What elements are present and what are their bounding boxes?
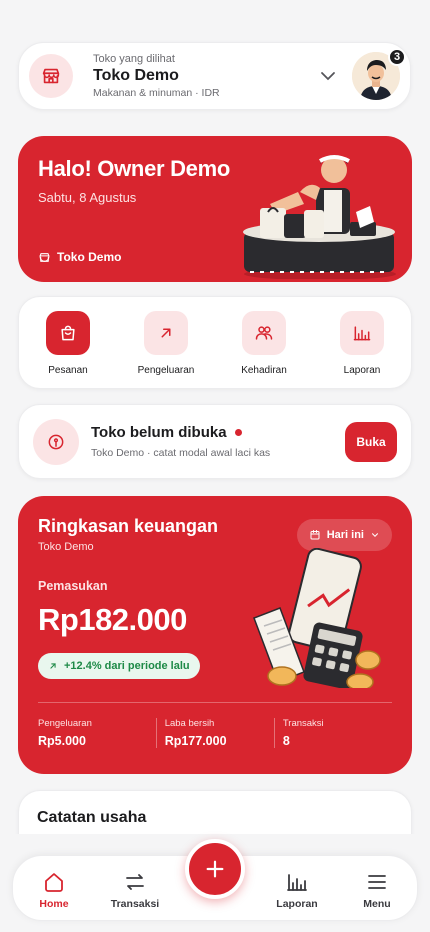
open-store-button[interactable]: Buka: [345, 421, 397, 462]
arrow-up-right-icon: [144, 311, 188, 355]
stat-label: Transaksi: [282, 718, 324, 729]
stat-label: Pengeluaran: [38, 718, 92, 729]
stat-transactions: Transaksi 8: [273, 718, 392, 748]
growth-text: +12.4% dari periode lalu: [64, 660, 190, 672]
finance-summary-card: Ringkasan keuangan Toko Demo Hari ini Pe…: [18, 496, 412, 774]
nav-transactions[interactable]: Transaksi: [100, 870, 170, 910]
hero-store-name: Toko Demo: [57, 250, 122, 264]
nav-home[interactable]: Home: [19, 870, 89, 910]
stat-label: Laba bersih: [164, 718, 215, 729]
quick-action-attendance[interactable]: Kehadiran: [224, 311, 304, 376]
quick-action-reports[interactable]: Laporan: [322, 311, 402, 376]
store-selector-label: Toko yang dilihat: [93, 53, 175, 65]
greeting: Halo! Owner Demo: [38, 156, 231, 181]
quick-action-label: Kehadiran: [241, 365, 287, 376]
chevron-down-icon[interactable]: [316, 64, 340, 88]
shopping-bag-icon: [46, 311, 90, 355]
chevron-down-icon: [371, 533, 379, 537]
users-icon: [242, 311, 286, 355]
quick-action-label: Pengeluaran: [137, 365, 195, 376]
stat-expenses: Pengeluaran Rp5.000: [38, 718, 156, 748]
quick-action-orders[interactable]: Pesanan: [28, 311, 108, 376]
current-date: Sabtu, 8 Agustus: [38, 190, 137, 205]
period-label: Hari ini: [326, 529, 364, 541]
quick-action-label: Laporan: [343, 365, 381, 376]
stat-value: Rp5.000: [38, 734, 86, 748]
hero-store: Toko Demo: [38, 250, 121, 264]
income-value: Rp182.000: [38, 602, 187, 637]
store-selector[interactable]: Toko yang dilihat Toko Demo Makanan & mi…: [18, 42, 411, 110]
stat-value: 8: [282, 734, 290, 748]
quick-action-label: Pesanan: [48, 365, 88, 376]
nav-menu[interactable]: Menu: [342, 870, 412, 910]
status-dot: [234, 429, 242, 436]
calendar-icon: [310, 530, 320, 540]
bar-chart-icon: [340, 311, 384, 355]
arrow-up-right-icon: [50, 663, 56, 669]
store-status-text: Toko belum dibuka: [91, 424, 227, 441]
notification-badge: 3: [388, 48, 406, 66]
menu-icon: [368, 875, 386, 889]
finance-store: Toko Demo: [38, 541, 94, 553]
info-icon: [33, 418, 79, 465]
nav-label: Transaksi: [110, 898, 160, 910]
income-label: Pemasukan: [38, 579, 108, 593]
store-icon: [39, 252, 50, 262]
business-notes-title: Catatan usaha: [37, 809, 147, 826]
bar-chart-icon: [287, 874, 307, 891]
divider: [38, 702, 392, 703]
nav-label: Home: [39, 898, 69, 910]
home-icon: [45, 873, 63, 892]
welcome-banner: Halo! Owner Demo Sabtu, 8 Agustus Toko D…: [18, 136, 412, 282]
growth-badge: +12.4% dari periode lalu: [38, 653, 200, 679]
finance-title: Ringkasan keuangan: [38, 516, 219, 536]
quick-action-expenses[interactable]: Pengeluaran: [126, 311, 206, 376]
store-subtitle: Makanan & minuman · IDR: [93, 87, 220, 99]
stat-net-profit: Laba bersih Rp177.000: [155, 718, 274, 748]
store-icon: [29, 54, 73, 98]
add-button[interactable]: [185, 839, 245, 899]
store-status-subtitle: Toko Demo · catat modal awal laci kas: [91, 447, 271, 459]
quick-actions: Pesanan Pengeluaran Kehadiran Laporan: [18, 296, 412, 389]
nav-reports[interactable]: Laporan: [262, 870, 332, 910]
nav-label: Menu: [363, 898, 391, 910]
plus-icon: [206, 860, 224, 878]
stat-value: Rp177.000: [164, 734, 227, 748]
store-name: Toko Demo: [93, 67, 179, 84]
finance-illustration: [253, 548, 381, 688]
nav-label: Laporan: [276, 898, 318, 910]
shopkeeper-illustration: [243, 155, 396, 279]
transfer-icon: [126, 874, 144, 890]
period-selector[interactable]: Hari ini: [296, 519, 392, 551]
profile-avatar-button[interactable]: 3: [352, 48, 406, 100]
finance-stats: Pengeluaran Rp5.000 Laba bersih Rp177.00…: [38, 718, 392, 748]
store-status-title: Toko belum dibuka: [91, 424, 345, 441]
store-status-card: Toko belum dibuka Toko Demo · catat moda…: [18, 404, 412, 479]
